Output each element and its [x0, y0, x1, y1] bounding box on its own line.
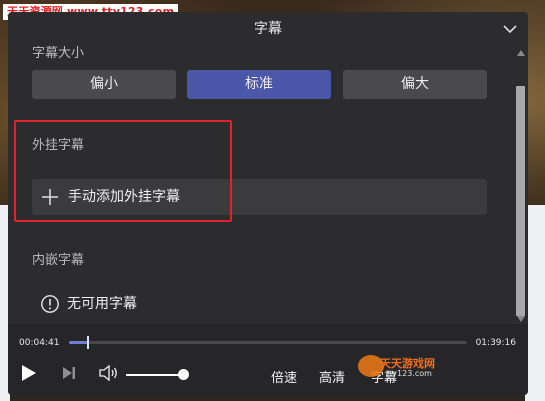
subtitle-settings-panel: 字幕 字幕大小 偏小 标准 偏大 外挂字幕 手动添加外挂字幕 内嵌字幕 无可用字… — [8, 12, 528, 395]
panel-title: 字幕 — [254, 21, 282, 37]
play-icon[interactable] — [21, 364, 37, 382]
page-background-strip — [525, 205, 545, 401]
panel-content[interactable]: 字幕大小 偏小 标准 偏大 外挂字幕 手动添加外挂字幕 内嵌字幕 无可用字幕 — [8, 46, 514, 324]
size-option-large[interactable]: 偏大 — [343, 70, 487, 99]
volume-slider[interactable] — [126, 374, 183, 376]
speed-button[interactable]: 倍速 — [271, 367, 297, 386]
scroll-down-arrow-icon[interactable] — [517, 316, 525, 322]
total-time: 01:39:16 — [475, 338, 516, 348]
current-time: 00:04:41 — [19, 338, 60, 348]
embedded-subtitles-title: 内嵌字幕 — [32, 253, 85, 268]
progress-handle[interactable] — [86, 336, 89, 349]
scrollbar-thumb[interactable] — [516, 86, 525, 316]
no-subtitles-label: 无可用字幕 — [67, 296, 137, 312]
volume-icon[interactable] — [99, 365, 119, 381]
size-option-standard[interactable]: 标准 — [187, 70, 331, 99]
quality-button[interactable]: 高清 — [319, 367, 345, 386]
player-controls: 00:04:41 01:39:16 倍速 高清 字幕 — [8, 324, 528, 395]
scrollbar[interactable] — [514, 46, 528, 324]
subtitle-size-title: 字幕大小 — [32, 46, 85, 61]
info-circle-icon — [41, 295, 59, 313]
volume-slider-knob[interactable] — [178, 369, 189, 380]
chevron-down-icon[interactable] — [502, 21, 518, 37]
logo-watermark-line2: tty123.com — [386, 369, 432, 378]
volume-level — [126, 374, 183, 376]
panel-header: 字幕 — [8, 12, 528, 46]
progress-bar[interactable] — [69, 336, 467, 349]
logo-watermark: 天天游戏网 tty123.com — [358, 353, 444, 381]
scroll-up-arrow-icon[interactable] — [517, 50, 525, 56]
size-option-small[interactable]: 偏小 — [32, 70, 176, 99]
highlight-box — [14, 120, 232, 222]
next-icon[interactable] — [62, 366, 76, 380]
progress-fill — [69, 341, 88, 344]
